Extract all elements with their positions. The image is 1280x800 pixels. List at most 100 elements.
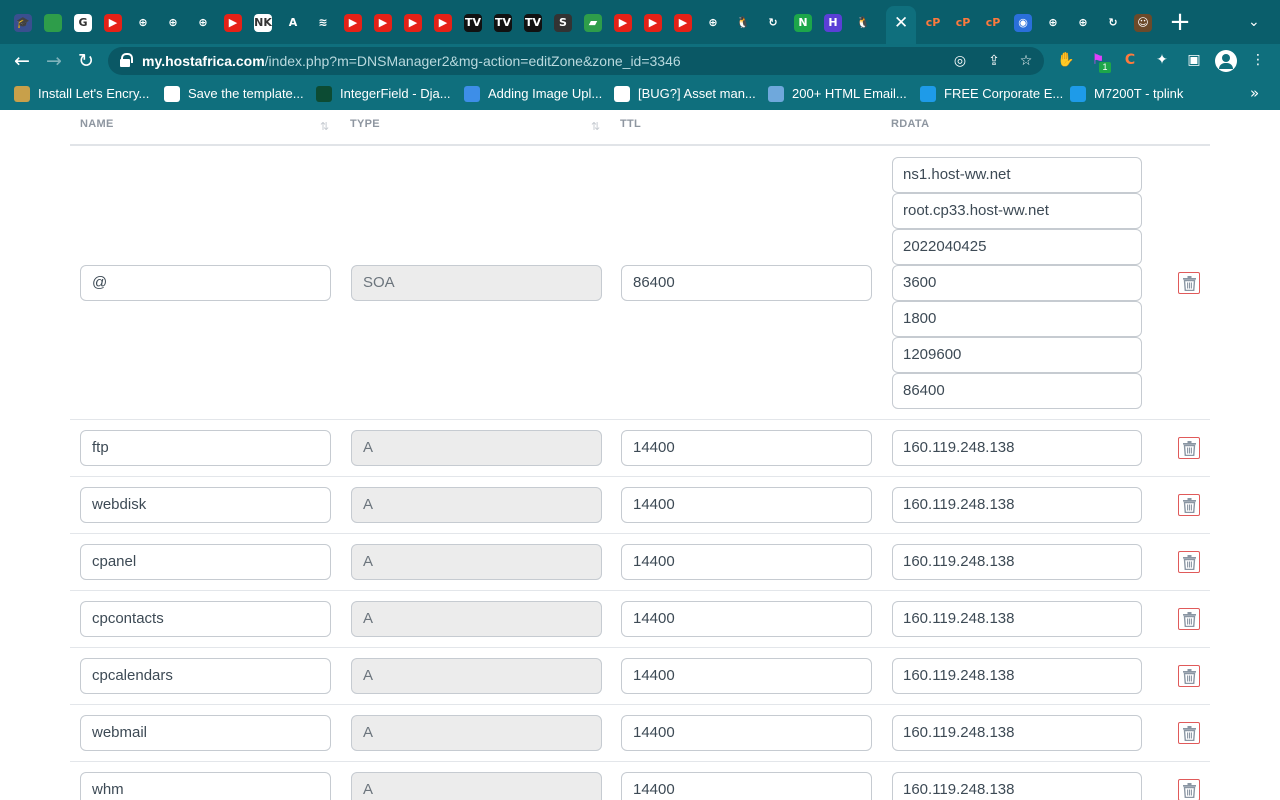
tab-search-chevron-icon[interactable]: ⌄ bbox=[1248, 14, 1260, 30]
share-icon[interactable]: ⇪ bbox=[984, 51, 1004, 71]
browser-menu-icon[interactable]: ⋮ bbox=[1248, 49, 1268, 71]
url-text[interactable]: my.hostafrica.com/index.php?m=DNSManager… bbox=[142, 53, 681, 69]
refresh-icon[interactable]: ↻ bbox=[764, 14, 782, 32]
youtube-icon[interactable]: ▶ bbox=[404, 14, 422, 32]
record-name-input[interactable]: cpanel bbox=[80, 544, 331, 580]
column-header-name[interactable]: NAME bbox=[80, 118, 114, 130]
youtube-icon[interactable]: ▶ bbox=[344, 14, 362, 32]
soa-refresh-input[interactable]: 3600 bbox=[892, 265, 1142, 301]
person-icon[interactable]: ☺ bbox=[1134, 14, 1152, 32]
youtube-icon[interactable]: ▶ bbox=[434, 14, 452, 32]
cpanel-icon[interactable]: cP bbox=[954, 14, 972, 32]
globe-icon[interactable]: ⊕ bbox=[1044, 14, 1062, 32]
book-icon[interactable]: ▰ bbox=[584, 14, 602, 32]
tradingview-icon[interactable]: TV bbox=[494, 14, 512, 32]
record-rdata-input[interactable]: 160.119.248.138 bbox=[892, 658, 1142, 694]
globe-icon[interactable]: ⊕ bbox=[1074, 14, 1092, 32]
c-extension-icon[interactable]: C bbox=[1120, 49, 1140, 71]
globe-icon[interactable]: ⊕ bbox=[194, 14, 212, 32]
bookmark-item[interactable]: 200+ HTML Email... bbox=[792, 86, 907, 101]
soa-primary-ns-input[interactable]: ns1.host-ww.net bbox=[892, 157, 1142, 193]
bookmark-star-icon[interactable]: ☆ bbox=[1016, 51, 1036, 71]
record-ttl-input[interactable]: 86400 bbox=[621, 265, 872, 301]
soa-minimum-ttl-input[interactable]: 86400 bbox=[892, 373, 1142, 409]
n-icon[interactable]: N bbox=[794, 14, 812, 32]
letter-a-icon[interactable]: A bbox=[284, 14, 302, 32]
leaf-icon[interactable] bbox=[44, 14, 62, 32]
bookmark-item[interactable]: FREE Corporate E... bbox=[944, 86, 1063, 101]
record-name-input[interactable]: cpcalendars bbox=[80, 658, 331, 694]
record-name-input[interactable]: webdisk bbox=[80, 487, 331, 523]
tradingview-icon[interactable]: TV bbox=[524, 14, 542, 32]
bookmark-item[interactable]: IntegerField - Dja... bbox=[340, 86, 451, 101]
active-tab[interactable]: ✕ bbox=[886, 6, 916, 44]
column-header-type[interactable]: TYPE bbox=[350, 118, 380, 130]
record-rdata-input[interactable]: 160.119.248.138 bbox=[892, 544, 1142, 580]
bookmark-item[interactable]: Adding Image Upl... bbox=[488, 86, 602, 101]
record-ttl-input[interactable]: 14400 bbox=[621, 772, 872, 800]
delete-record-button[interactable] bbox=[1178, 494, 1200, 516]
penguin-icon[interactable]: 🐧 bbox=[734, 14, 752, 32]
record-ttl-input[interactable]: 14400 bbox=[621, 487, 872, 523]
soa-retry-input[interactable]: 1800 bbox=[892, 301, 1142, 337]
refresh-icon[interactable]: ↻ bbox=[1104, 14, 1122, 32]
cpanel-icon[interactable]: cP bbox=[984, 14, 1002, 32]
record-rdata-input[interactable]: 160.119.248.138 bbox=[892, 772, 1142, 800]
soa-admin-email-input[interactable]: root.cp33.host-ww.net bbox=[892, 193, 1142, 229]
record-rdata-input[interactable]: 160.119.248.138 bbox=[892, 715, 1142, 751]
soa-expire-input[interactable]: 1209600 bbox=[892, 337, 1142, 373]
close-tab-icon[interactable]: ✕ bbox=[894, 13, 908, 33]
delete-record-button[interactable] bbox=[1178, 437, 1200, 459]
soa-serial-input[interactable]: 2022040425 bbox=[892, 229, 1142, 265]
sidebar-icon[interactable]: ▣ bbox=[1184, 49, 1204, 71]
tradingview-icon[interactable]: TV bbox=[464, 14, 482, 32]
delete-record-button[interactable] bbox=[1178, 608, 1200, 630]
globe-icon[interactable]: ⊕ bbox=[164, 14, 182, 32]
bookmark-item[interactable]: Install Let's Encry... bbox=[38, 86, 149, 101]
sort-icon[interactable]: ⇅ bbox=[591, 120, 600, 133]
nk-icon[interactable]: NK bbox=[254, 14, 272, 32]
globe-icon[interactable]: ⊕ bbox=[704, 14, 722, 32]
delete-record-button[interactable] bbox=[1178, 551, 1200, 573]
delete-record-button[interactable] bbox=[1178, 779, 1200, 800]
new-tab-button[interactable]: + bbox=[1168, 9, 1192, 35]
youtube-icon[interactable]: ▶ bbox=[644, 14, 662, 32]
youtube-icon[interactable]: ▶ bbox=[224, 14, 242, 32]
record-rdata-input[interactable]: 160.119.248.138 bbox=[892, 487, 1142, 523]
record-name-input[interactable]: @ bbox=[80, 265, 331, 301]
hand-stop-extension-icon[interactable]: ✋ bbox=[1056, 49, 1076, 71]
cpanel-icon[interactable]: cP bbox=[924, 14, 942, 32]
youtube-icon[interactable]: ▶ bbox=[614, 14, 632, 32]
record-rdata-input[interactable]: 160.119.248.138 bbox=[892, 430, 1142, 466]
target-icon[interactable]: ◉ bbox=[1014, 14, 1032, 32]
globe-icon[interactable]: ⊕ bbox=[134, 14, 152, 32]
eye-slash-icon[interactable]: ◎ bbox=[950, 51, 970, 71]
record-name-input[interactable]: cpcontacts bbox=[80, 601, 331, 637]
record-ttl-input[interactable]: 14400 bbox=[621, 658, 872, 694]
more-bookmarks-icon[interactable]: » bbox=[1250, 84, 1259, 102]
profile-avatar-icon[interactable] bbox=[1215, 50, 1237, 72]
record-rdata-input[interactable]: 160.119.248.138 bbox=[892, 601, 1142, 637]
youtube-icon[interactable]: ▶ bbox=[674, 14, 692, 32]
record-ttl-input[interactable]: 14400 bbox=[621, 544, 872, 580]
address-bar[interactable]: my.hostafrica.com/index.php?m=DNSManager… bbox=[108, 47, 1044, 75]
record-name-input[interactable]: ftp bbox=[80, 430, 331, 466]
bookmark-item[interactable]: M7200T - tplink bbox=[1094, 86, 1183, 101]
puzzle-extensions-icon[interactable]: ✦ bbox=[1152, 49, 1172, 71]
delete-record-button[interactable] bbox=[1178, 722, 1200, 744]
bookmark-item[interactable]: Save the template... bbox=[188, 86, 304, 101]
record-ttl-input[interactable]: 14400 bbox=[621, 601, 872, 637]
graduation-cap-icon[interactable]: 🎓 bbox=[14, 14, 32, 32]
google-icon[interactable]: G bbox=[74, 14, 92, 32]
record-name-input[interactable]: webmail bbox=[80, 715, 331, 751]
penguin-icon[interactable]: 🐧 bbox=[854, 14, 872, 32]
record-name-input[interactable]: whm bbox=[80, 772, 331, 800]
bookmark-item[interactable]: [BUG?] Asset man... bbox=[638, 86, 756, 101]
h-icon[interactable]: H bbox=[824, 14, 842, 32]
forward-arrow-icon[interactable]: → bbox=[42, 49, 66, 73]
letter-s-icon[interactable]: S bbox=[554, 14, 572, 32]
database-icon[interactable]: ≋ bbox=[314, 14, 332, 32]
youtube-icon[interactable]: ▶ bbox=[104, 14, 122, 32]
delete-record-button[interactable] bbox=[1178, 272, 1200, 294]
reload-icon[interactable]: ↻ bbox=[74, 49, 98, 73]
